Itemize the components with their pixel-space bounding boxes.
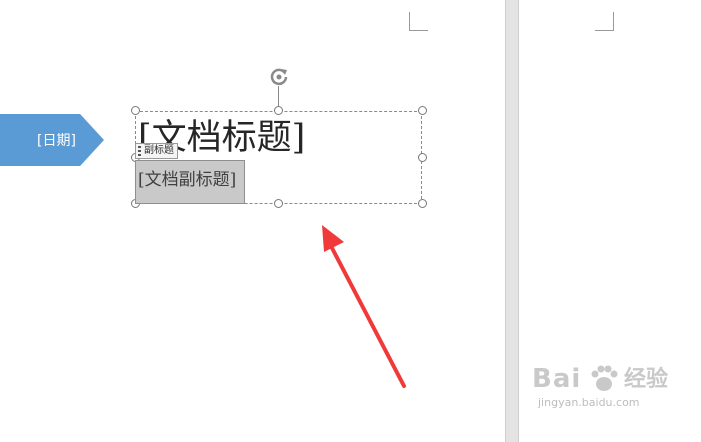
baidu-jingyan-watermark: Bai 经验 jingyan.baidu.com [532, 362, 692, 410]
drag-grip-icon[interactable] [138, 146, 141, 156]
document-page-left [0, 0, 505, 442]
watermark-logo-text: Bai [532, 364, 582, 394]
paw-icon [591, 365, 618, 391]
watermark-url: jingyan.baidu.com [538, 396, 640, 409]
corner-crop-mark [409, 12, 428, 31]
subtitle-control-tag[interactable]: 副标题 [135, 143, 178, 159]
corner-crop-mark [595, 12, 614, 31]
rotate-icon[interactable] [268, 66, 290, 88]
resize-handle-bottom-right[interactable] [418, 199, 427, 208]
resize-handle-bottom[interactable] [274, 199, 283, 208]
red-arrow-annotation [322, 225, 406, 388]
resize-handle-top-right[interactable] [418, 106, 427, 115]
page-separator [505, 0, 519, 442]
document-subtitle-placeholder[interactable]: [文档副标题] [138, 167, 236, 193]
watermark-brand-cn: 经验 [624, 367, 669, 392]
resize-handle-right[interactable] [418, 153, 427, 162]
subtitle-tag-label: 副标题 [144, 145, 174, 156]
rotate-handle-stem [278, 86, 279, 107]
date-placeholder-text: [日期] [37, 133, 76, 149]
